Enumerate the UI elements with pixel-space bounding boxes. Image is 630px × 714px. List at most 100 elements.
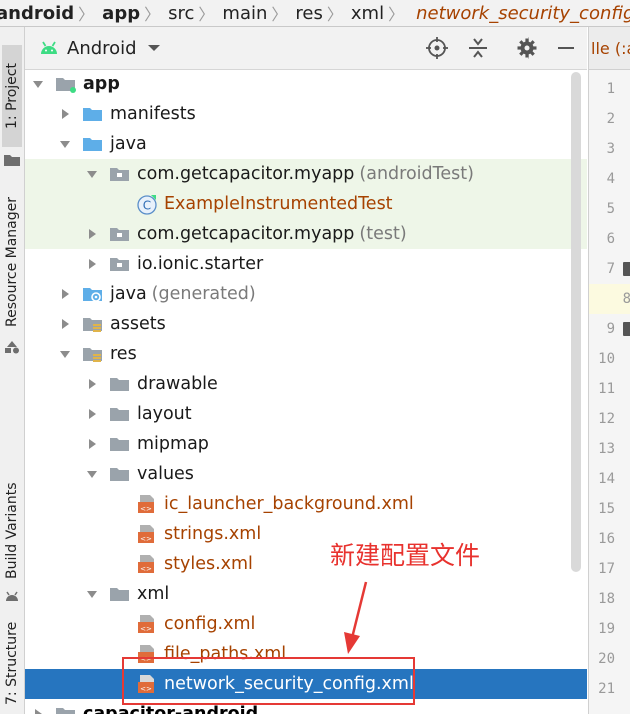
project-tab-label: 1: Project [4,63,20,129]
tree-row-ic-launcher-background[interactable]: <> ic_launcher_background.xml [25,489,587,519]
tree-row-values[interactable]: values [25,459,587,489]
line-number: 13 [598,441,615,457]
tree-label: strings.xml [164,524,262,544]
breadcrumb-main[interactable]: main [214,3,271,24]
line-number: 21 [598,681,615,697]
editor-tab[interactable]: lle (:a [589,27,630,70]
breadcrumb-android[interactable]: android [0,3,78,24]
chevron-right-icon[interactable] [85,407,99,421]
tree-row-config[interactable]: <> config.xml [25,609,587,639]
chevron-right-icon[interactable] [58,287,72,301]
chevron-right-icon[interactable] [85,377,99,391]
tree-row-example-test[interactable]: C ExampleInstrumentedTest [25,189,587,219]
chevron-down-icon [147,45,160,51]
tree-row-test-package[interactable]: com.getcapacitor.myapp (test) [25,219,587,249]
structure-tool-tab[interactable]: 7: Structure [2,619,22,707]
chevron-right-icon[interactable] [85,437,99,451]
line-number: 4 [606,171,615,187]
locate-file-button[interactable] [426,37,448,59]
chevron-down-icon[interactable] [85,167,99,181]
chevron-right-icon: 〉 [271,5,288,24]
tree-label: values [137,464,194,484]
resource-folder-icon [82,314,104,334]
tree-label: config.xml [164,614,256,634]
line-number: 20 [598,651,615,667]
line-number: 18 [598,591,615,607]
folder-icon [82,104,104,124]
breadcrumb-app[interactable]: app [94,3,144,24]
settings-button[interactable] [516,37,538,59]
package-icon [109,254,131,274]
tree-label: java [110,284,147,304]
resource-manager-tool-tab[interactable]: Resource Manager [2,187,22,337]
editor-gutter: lle (:a 12345678910111213141516171819202… [588,27,630,714]
module-folder-icon [55,704,77,714]
view-mode-label: Android [67,37,137,59]
breadcrumb-xml[interactable]: xml [343,3,388,24]
tree-label-suffix: (generated) [151,284,256,304]
chevron-right-icon[interactable] [58,317,72,331]
chevron-down-icon[interactable] [85,467,99,481]
fold-marker-icon[interactable] [623,322,630,336]
line-number: 16 [598,531,615,547]
folder-icon [82,134,104,154]
hide-panel-button[interactable] [555,37,577,59]
tree-row-io-ionic-starter[interactable]: io.ionic.starter [25,249,587,279]
breadcrumb-res[interactable]: res [287,3,326,24]
tree-label: app [83,74,120,94]
tree-row-xml[interactable]: xml [25,579,587,609]
chevron-down-icon[interactable] [31,77,45,91]
chevron-right-icon[interactable] [58,107,72,121]
tree-label: io.ionic.starter [137,254,264,274]
tree-label: assets [110,314,166,334]
tree-label: ExampleInstrumentedTest [164,194,393,214]
project-tool-tab[interactable]: 1: Project [2,45,22,147]
xml-file-icon: <> [136,554,158,574]
chevron-down-icon[interactable] [58,347,72,361]
chevron-down-icon[interactable] [58,137,72,151]
fold-marker-icon[interactable] [623,262,630,276]
annotation-label: 新建配置文件 [330,541,481,570]
vertical-scrollbar[interactable] [571,72,581,572]
tree-row-manifests[interactable]: manifests [25,99,587,129]
chevron-right-icon: 〉 [78,5,95,24]
folder-icon [109,404,131,424]
breadcrumb-file[interactable]: network_security_config.xml [412,3,630,24]
view-mode-selector[interactable]: Android [39,38,169,59]
collapse-all-button[interactable] [467,37,489,59]
tree-label: mipmap [137,434,209,454]
tree-row-app[interactable]: app [25,69,587,99]
svg-text:<>: <> [140,505,152,513]
line-number: 1 [606,81,615,97]
folder-icon [109,584,131,604]
svg-text:<>: <> [140,535,152,543]
xml-file-icon: <> [136,524,158,544]
module-folder-icon [55,74,77,94]
folder-icon [109,464,131,484]
build-variants-tool-tab[interactable]: Build Variants [2,475,22,587]
tree-row-drawable[interactable]: drawable [25,369,587,399]
tree-row-java-generated[interactable]: java (generated) [25,279,587,309]
tree-row-java[interactable]: java [25,129,587,159]
chevron-right-icon[interactable] [85,257,99,271]
tree-row-styles[interactable]: <> styles.xml [25,549,587,579]
chevron-right-icon[interactable] [31,707,45,714]
tree-row-res[interactable]: res [25,339,587,369]
tree-label: ic_launcher_background.xml [164,494,414,514]
line-number: 3 [606,141,615,157]
breadcrumb-src[interactable]: src [160,3,198,24]
tree-row-layout[interactable]: layout [25,399,587,429]
chevron-down-icon[interactable] [85,587,99,601]
tree-row-strings[interactable]: <> strings.xml [25,519,587,549]
minimize-icon [558,47,574,49]
test-class-icon: C [136,194,158,215]
tree-row-mipmap[interactable]: mipmap [25,429,587,459]
tree-label: layout [137,404,192,424]
tree-row-android-test-package[interactable]: com.getcapacitor.myapp (androidTest) [25,159,587,189]
tree-label: res [110,344,137,364]
tree-row-assets[interactable]: assets [25,309,587,339]
chevron-right-icon[interactable] [85,227,99,241]
line-number: 9 [606,321,615,337]
chevron-right-icon: 〉 [388,5,405,24]
line-number: 17 [598,561,615,577]
